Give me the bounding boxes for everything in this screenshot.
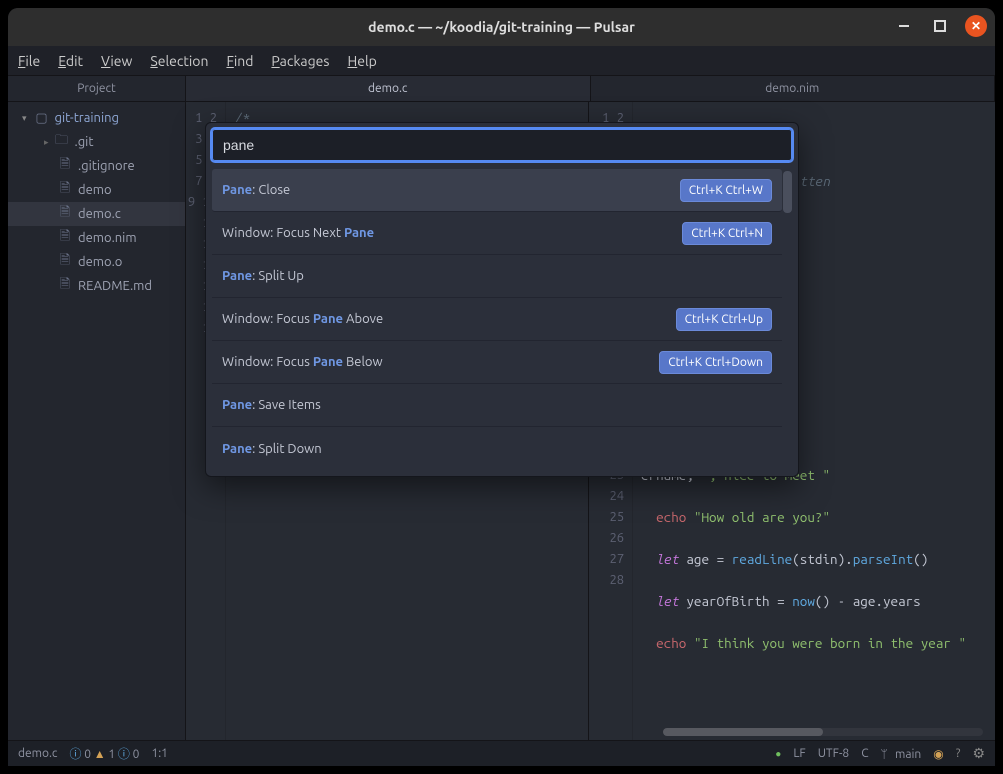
tree-item-demo-nim[interactable]: demo.nim: [8, 226, 185, 250]
palette-item-label: Pane: Close: [222, 183, 290, 197]
titlebar: demo.c — ~/koodia/git-training — Pulsar …: [8, 8, 995, 46]
tab-demo-nim[interactable]: demo.nim: [591, 76, 996, 101]
palette-item[interactable]: Pane: Split Down: [212, 427, 782, 470]
palette-item-shortcut: Ctrl+K Ctrl+Up: [676, 308, 772, 331]
tree-item--gitignore[interactable]: .gitignore: [8, 154, 185, 178]
palette-item[interactable]: Window: Focus Pane Above Ctrl+K Ctrl+Up: [212, 298, 782, 341]
minimize-button[interactable]: [893, 15, 915, 37]
tree-item-demo[interactable]: demo: [8, 178, 185, 202]
menu-file[interactable]: File: [18, 53, 40, 69]
tree-item-README-md[interactable]: README.md: [8, 274, 185, 298]
palette-item[interactable]: Window: Focus Next Pane Ctrl+K Ctrl+N: [212, 212, 782, 255]
tree-root[interactable]: ▾▢git-training: [8, 106, 185, 130]
palette-scrollbar[interactable]: [783, 171, 792, 213]
tree-item-demo-o[interactable]: demo.o: [8, 250, 185, 274]
menu-edit[interactable]: Edit: [58, 53, 83, 69]
github-icon[interactable]: ◉: [933, 747, 943, 761]
palette-item[interactable]: Pane: Close Ctrl+K Ctrl+W: [212, 169, 782, 212]
palette-item-label: Pane: Split Up: [222, 269, 304, 283]
git-status-dot: ●: [775, 748, 781, 760]
status-language[interactable]: C: [861, 747, 868, 760]
palette-item-shortcut: Ctrl+K Ctrl+N: [682, 222, 772, 245]
menubar: File Edit View Selection Find Packages Help: [8, 46, 995, 76]
palette-search-input[interactable]: [212, 129, 792, 161]
status-diagnostics[interactable]: ⓘ 0 ▲ 1 ⓘ 0: [69, 745, 139, 762]
palette-item-shortcut: Ctrl+K Ctrl+W: [680, 179, 772, 202]
tab-bar: demo.cdemo.nim: [186, 76, 995, 102]
menu-help[interactable]: Help: [347, 53, 376, 69]
window-controls: ✕: [893, 15, 987, 37]
tab-demo-c[interactable]: demo.c: [186, 76, 591, 101]
status-cursor-pos[interactable]: 1:1: [151, 747, 168, 760]
maximize-button[interactable]: [929, 15, 951, 37]
palette-item-label: Pane: Split Down: [222, 442, 322, 456]
menu-selection[interactable]: Selection: [150, 53, 208, 69]
tree-item--git[interactable]: ▸.git: [8, 130, 185, 154]
horizontal-scrollbar[interactable]: [663, 728, 983, 736]
status-left: demo.c ⓘ 0 ▲ 1 ⓘ 0 1:1: [18, 745, 168, 762]
status-file[interactable]: demo.c: [18, 747, 57, 760]
status-line-ending[interactable]: LF: [793, 747, 805, 760]
status-encoding[interactable]: UTF-8: [818, 747, 849, 760]
palette-item-shortcut: Ctrl+K Ctrl+Down: [659, 351, 772, 374]
menu-packages[interactable]: Packages: [271, 53, 329, 69]
help-icon[interactable]: ?: [956, 747, 961, 760]
sidebar-title: Project: [8, 76, 185, 102]
palette-results: Pane: Close Ctrl+K Ctrl+W Window: Focus Ne…: [212, 169, 792, 470]
close-button[interactable]: ✕: [965, 15, 987, 37]
gear-icon[interactable]: ⚙: [972, 745, 985, 762]
palette-item[interactable]: Window: Focus Pane Below Ctrl+K Ctrl+Down: [212, 341, 782, 384]
status-bar: demo.c ⓘ 0 ▲ 1 ⓘ 0 1:1 ● LF UTF-8 C ᛘ ma…: [8, 740, 995, 766]
menu-find[interactable]: Find: [226, 53, 253, 69]
palette-item[interactable]: Pane: Split Up: [212, 255, 782, 298]
palette-item[interactable]: Pane: Save Items: [212, 384, 782, 427]
tree-item-demo-c[interactable]: demo.c: [8, 202, 185, 226]
palette-item-label: Window: Focus Next Pane: [222, 226, 374, 240]
file-tree[interactable]: ▾▢git-training▸.git.gitignoredemodemo.cd…: [8, 102, 185, 298]
status-branch[interactable]: ᛘ main: [881, 747, 922, 761]
status-right: ● LF UTF-8 C ᛘ main ◉ ? ⚙: [775, 745, 985, 762]
palette-item-label: Window: Focus Pane Below: [222, 355, 383, 369]
project-sidebar: Project ▾▢git-training▸.git.gitignoredem…: [8, 76, 186, 740]
command-palette: Pane: Close Ctrl+K Ctrl+W Window: Focus Ne…: [205, 122, 799, 477]
palette-item-label: Pane: Save Items: [222, 398, 321, 412]
menu-view[interactable]: View: [101, 53, 132, 69]
window-title: demo.c — ~/koodia/git-training — Pulsar: [368, 19, 635, 35]
palette-item-label: Window: Focus Pane Above: [222, 312, 383, 326]
